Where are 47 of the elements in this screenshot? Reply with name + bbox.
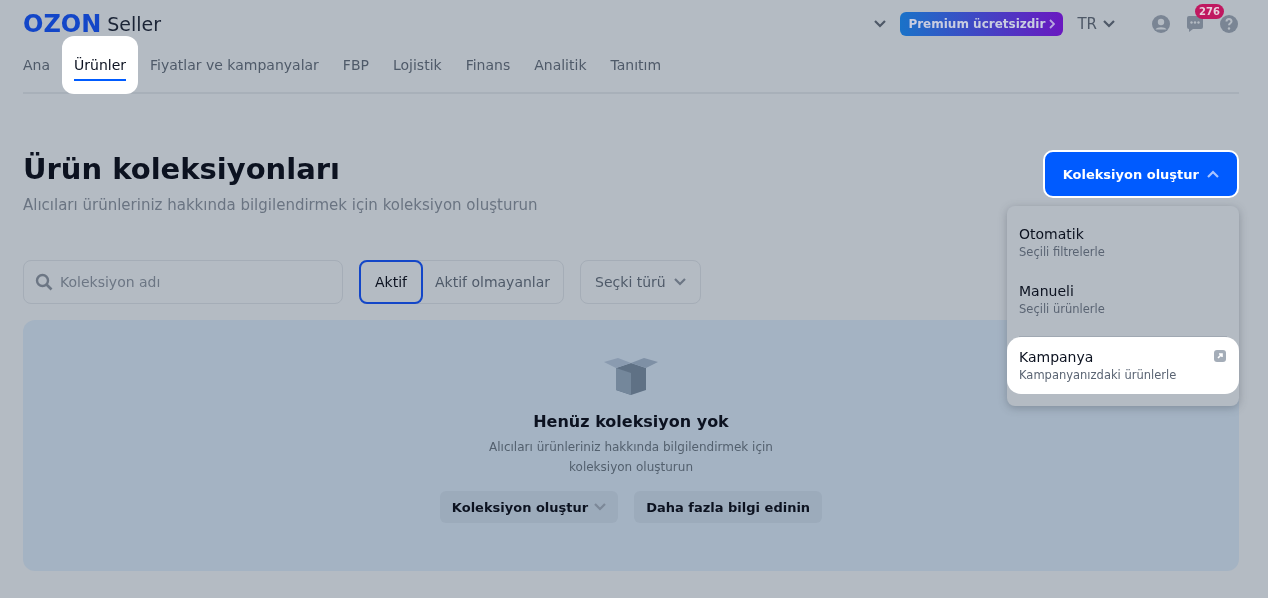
nav-tab[interactable]: Ana bbox=[23, 36, 63, 94]
menu-item-subtitle: Seçili ürünlerle bbox=[1019, 302, 1105, 316]
learn-more-button[interactable]: Daha fazla bilgi edinin bbox=[634, 491, 823, 523]
chevron-up-icon bbox=[1207, 170, 1219, 178]
help-icon bbox=[1219, 14, 1239, 34]
status-toggle[interactable]: Aktif bbox=[359, 260, 423, 304]
nav-tab[interactable]: FBP bbox=[330, 36, 381, 94]
chevron-down-icon bbox=[673, 278, 686, 286]
menu-item[interactable]: Kampanya Kampanyanızdaki ürünlerle bbox=[1007, 337, 1239, 394]
search-icon bbox=[35, 273, 53, 291]
nav-tab[interactable]: Fiyatlar ve kampanyalar bbox=[138, 36, 331, 94]
nav-tab[interactable]: Lojistik bbox=[380, 36, 454, 94]
status-toggle[interactable]: Aktif olmayanlar bbox=[421, 260, 565, 304]
menu-item[interactable]: Manueli Seçili ürünlerle bbox=[1007, 271, 1239, 328]
menu-item[interactable]: Otomatik Seçili filtrelerle bbox=[1007, 214, 1239, 271]
menu-item-title: Manueli bbox=[1019, 283, 1075, 299]
message-count-badge: 276 bbox=[1195, 4, 1224, 19]
menu-item-title: Kampanya bbox=[1019, 349, 1095, 365]
chevron-down-icon bbox=[594, 503, 607, 511]
create-collection-button[interactable]: Koleksiyon oluştur bbox=[1042, 150, 1239, 198]
page-subtitle: Alıcıları ürünleriniz hakkında bilgilendirmek için koleksiyon oluşturun bbox=[23, 196, 538, 214]
chevron-down-icon bbox=[874, 20, 887, 28]
help-button[interactable] bbox=[1219, 14, 1239, 34]
nav-tab[interactable]: Tanıtım bbox=[598, 36, 674, 94]
chevron-down-icon bbox=[1103, 20, 1115, 28]
nav-tab[interactable]: Finans bbox=[453, 36, 523, 94]
profile-button[interactable] bbox=[1151, 14, 1171, 34]
menu-item-subtitle: Seçili filtrelerle bbox=[1019, 245, 1105, 259]
user-icon bbox=[1151, 14, 1171, 34]
ozon-logo[interactable]: OZON bbox=[23, 10, 102, 38]
search-field[interactable]: Koleksiyon adı bbox=[23, 260, 343, 304]
page-title: Ürün koleksiyonları bbox=[23, 152, 341, 186]
seller-label: Seller bbox=[107, 13, 162, 35]
account-dropdown[interactable] bbox=[874, 20, 887, 28]
type-dropdown[interactable]: Seçki türü bbox=[580, 260, 701, 304]
empty-state-title: Henüz koleksiyon yok bbox=[533, 412, 729, 431]
chevron-right-icon bbox=[1049, 19, 1056, 29]
nav-tab[interactable]: Analitik bbox=[522, 36, 599, 94]
chat-icon bbox=[1185, 14, 1205, 34]
premium-button[interactable]: Premium ücretsizdir bbox=[900, 12, 1064, 36]
menu-item-title: Otomatik bbox=[1019, 226, 1085, 242]
menu-item-subtitle: Kampanyanızdaki ürünlerle bbox=[1019, 368, 1177, 382]
box-icon bbox=[602, 356, 660, 396]
empty-state-text: Alıcıları ürünleriniz hakkında bilgilendirmek için koleksiyon oluşturun bbox=[488, 439, 774, 476]
language-selector[interactable]: TR bbox=[1077, 15, 1115, 33]
create-collection-button[interactable]: Koleksiyon oluştur bbox=[439, 491, 619, 523]
nav-tab[interactable]: Ürünler bbox=[62, 36, 139, 94]
